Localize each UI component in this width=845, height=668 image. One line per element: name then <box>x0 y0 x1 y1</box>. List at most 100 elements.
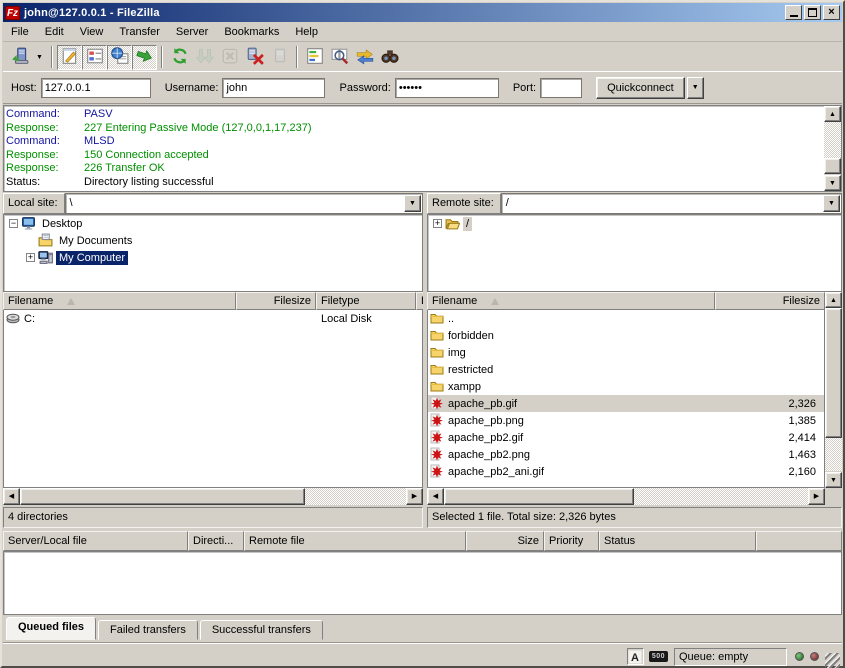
file-row[interactable]: apache_pb.png1,385 <box>428 412 824 429</box>
queue-column-priority[interactable]: Priority <box>544 531 599 551</box>
menu-transfer[interactable]: Transfer <box>111 23 168 41</box>
file-row[interactable]: forbidden <box>428 327 824 344</box>
directory-comparison-button[interactable] <box>327 45 352 70</box>
file-row[interactable]: .. <box>428 310 824 327</box>
toggle-queue-view-button[interactable] <box>132 45 157 70</box>
queue-column-status[interactable]: Status <box>599 531 756 551</box>
scroll-up-button[interactable]: ▲ <box>825 292 842 308</box>
scroll-down-button[interactable]: ▼ <box>824 175 841 191</box>
tab-successful-transfers[interactable]: Successful transfers <box>200 620 323 640</box>
quickconnect-dropdown-button[interactable]: ▼ <box>687 77 704 99</box>
tree-item[interactable]: −Desktop <box>4 215 422 232</box>
file-row[interactable]: img <box>428 344 824 361</box>
scroll-track[interactable] <box>634 488 808 505</box>
folder-icon <box>430 311 445 326</box>
scroll-thumb[interactable] <box>824 158 841 174</box>
column-header-filetype[interactable]: Filetype <box>316 292 416 310</box>
collapse-minus-icon[interactable]: − <box>9 219 18 228</box>
resize-grip[interactable] <box>825 653 840 668</box>
column-header-l[interactable]: L <box>416 292 423 310</box>
chevron-down-icon[interactable]: ▼ <box>823 195 840 212</box>
minimize-button[interactable] <box>785 5 802 20</box>
expand-plus-icon[interactable]: + <box>26 253 35 262</box>
menu-help[interactable]: Help <box>287 23 326 41</box>
file-row[interactable]: xampp <box>428 378 824 395</box>
file-row[interactable]: apache_pb2.gif2,414 <box>428 429 824 446</box>
queue-status-text: Queue: empty <box>674 648 787 666</box>
directory-listing-filters-button[interactable] <box>302 45 327 70</box>
port-input[interactable] <box>540 78 582 98</box>
scroll-up-button[interactable]: ▲ <box>824 106 841 122</box>
password-label: Password: <box>339 82 390 94</box>
tab-queued-files[interactable]: Queued files <box>6 617 96 640</box>
find-files-button[interactable] <box>377 45 402 70</box>
file-size: 2,160 <box>716 466 824 478</box>
column-header-label: Filename <box>432 295 477 307</box>
sort-ascending-icon <box>67 298 75 305</box>
scroll-thumb[interactable] <box>444 488 634 505</box>
username-input[interactable] <box>222 78 325 98</box>
scroll-left-button[interactable]: ◀ <box>427 488 444 505</box>
file-size: 1,463 <box>716 449 824 461</box>
toggle-local-tree-view-button[interactable] <box>82 45 107 70</box>
column-header-filename[interactable]: Filename <box>427 292 715 310</box>
menu-bookmarks[interactable]: Bookmarks <box>216 23 287 41</box>
queue-column-directi[interactable]: Directi... <box>188 531 244 551</box>
scroll-left-button[interactable]: ◀ <box>3 488 20 505</box>
filter-icon <box>306 47 324 68</box>
disconnect-button[interactable] <box>242 45 267 70</box>
menu-server[interactable]: Server <box>168 23 216 41</box>
scroll-track[interactable] <box>305 488 406 505</box>
column-header-filesize[interactable]: Filesize <box>236 292 316 310</box>
quickconnect-button[interactable]: Quickconnect <box>596 77 685 99</box>
column-header-filesize[interactable]: Filesize <box>715 292 825 310</box>
refresh-button[interactable] <box>167 45 192 70</box>
host-input[interactable] <box>41 78 151 98</box>
scroll-thumb[interactable] <box>20 488 305 505</box>
scroll-right-button[interactable]: ▶ <box>808 488 825 505</box>
menu-edit[interactable]: Edit <box>37 23 72 41</box>
remote-site-label: Remote site: <box>427 193 501 214</box>
tree-item[interactable]: My Documents <box>4 232 422 249</box>
synchronized-browsing-button[interactable] <box>352 45 377 70</box>
file-row[interactable]: apache_pb2_ani.gif2,160 <box>428 463 824 480</box>
scroll-track[interactable] <box>825 438 842 471</box>
file-row[interactable]: apache_pb.gif2,326 <box>428 395 824 412</box>
remote-horizontal-scrollbar[interactable]: ◀ ▶ <box>427 488 825 505</box>
file-row[interactable]: apache_pb2.png1,463 <box>428 446 824 463</box>
site-manager-button[interactable] <box>7 45 32 70</box>
scroll-down-button[interactable]: ▼ <box>825 472 842 488</box>
remote-vertical-scrollbar[interactable]: ▲ ▼ <box>825 292 842 488</box>
chevron-down-icon[interactable]: ▼ <box>404 195 421 212</box>
file-row[interactable]: restricted <box>428 361 824 378</box>
scroll-track[interactable] <box>824 122 841 158</box>
maximize-button[interactable] <box>804 5 821 20</box>
local-horizontal-scrollbar[interactable]: ◀ ▶ <box>3 488 423 505</box>
toggle-remote-tree-view-button[interactable] <box>107 45 132 70</box>
toggle-log-view-button[interactable] <box>57 45 82 70</box>
toolbar: ▼ <box>3 43 842 72</box>
column-header-filename[interactable]: Filename <box>3 292 236 310</box>
scroll-right-button[interactable]: ▶ <box>406 488 423 505</box>
queue-column-serverlocalfile[interactable]: Server/Local file <box>3 531 188 551</box>
queue-column-remotefile[interactable]: Remote file <box>244 531 466 551</box>
queue-column-size[interactable]: Size <box>466 531 544 551</box>
log-vertical-scrollbar[interactable]: ▲ ▼ <box>824 106 841 191</box>
remote-site-combobox[interactable]: / ▼ <box>501 193 842 214</box>
password-input[interactable] <box>395 78 499 98</box>
scroll-thumb[interactable] <box>825 308 842 438</box>
expand-plus-icon[interactable]: + <box>433 219 442 228</box>
tree-item[interactable]: +/ <box>428 215 841 232</box>
menu-file[interactable]: File <box>3 23 37 41</box>
tab-failed-transfers[interactable]: Failed transfers <box>98 620 198 640</box>
local-site-combobox[interactable]: \ ▼ <box>65 193 423 214</box>
tree-item[interactable]: +My Computer <box>4 249 422 266</box>
file-type: Local Disk <box>317 313 417 325</box>
file-row[interactable]: C:Local Disk <box>4 310 422 327</box>
process-queue-button <box>192 45 217 70</box>
title-bar: Fz john@127.0.0.1 - FileZilla × <box>3 3 842 22</box>
site-manager-dropdown[interactable]: ▼ <box>32 46 47 69</box>
menu-view[interactable]: View <box>72 23 112 41</box>
file-name: apache_pb.gif <box>448 398 716 410</box>
close-button[interactable]: × <box>823 5 840 20</box>
